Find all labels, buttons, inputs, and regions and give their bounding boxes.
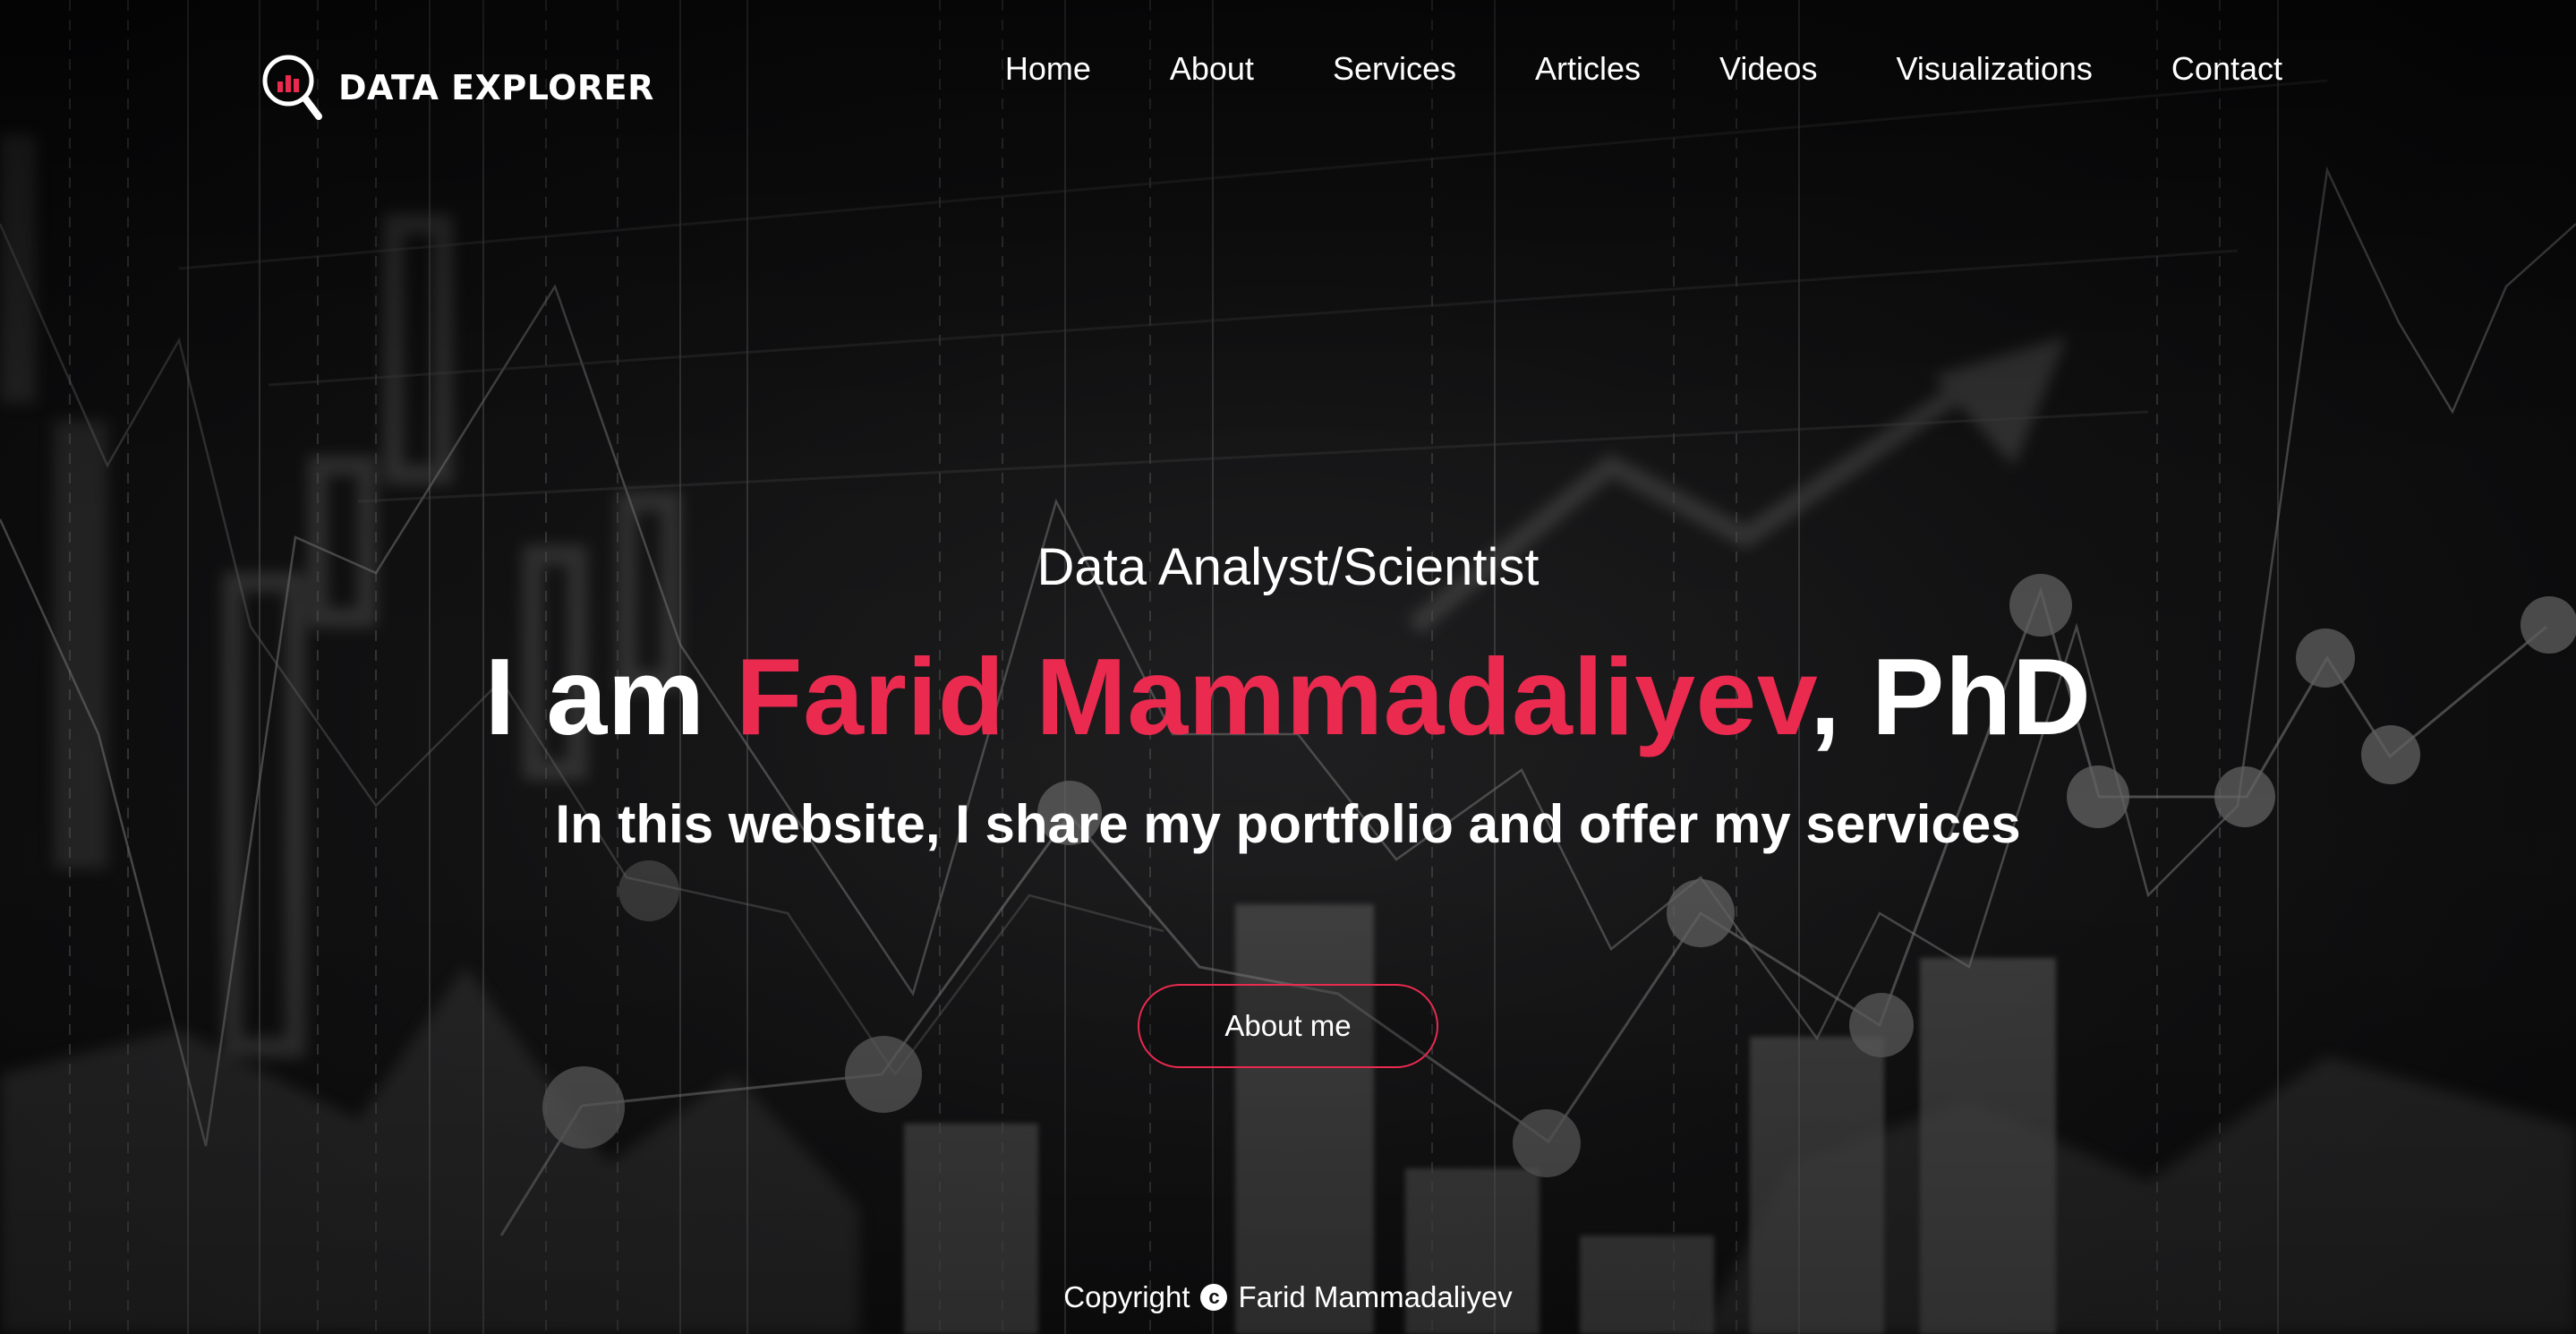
- copyright-owner: Farid Mammadaliyev: [1238, 1280, 1513, 1313]
- site-logo[interactable]: DATA EXPLORER: [260, 52, 654, 124]
- copyright-label: Copyright: [1063, 1280, 1190, 1313]
- nav-item-home[interactable]: Home: [1005, 50, 1091, 88]
- about-me-button[interactable]: About me: [1138, 984, 1438, 1068]
- magnifier-bar-chart-icon: [262, 55, 322, 120]
- hero-title-name: Farid Mammadaliyev: [736, 636, 1811, 757]
- hero-title-prefix: I am: [484, 636, 737, 757]
- nav-item-contact[interactable]: Contact: [2171, 50, 2282, 88]
- hero-title-suffix: , PhD: [1810, 636, 2092, 757]
- hero-description: In this website, I share my portfolio an…: [555, 794, 2021, 854]
- cta-container: About me: [0, 984, 2576, 1068]
- site-header: DATA EXPLORER Home About Services Articl…: [0, 0, 2576, 152]
- nav-item-videos[interactable]: Videos: [1719, 50, 1817, 88]
- hero-subtitle: Data Analyst/Scientist: [1036, 538, 1540, 596]
- main-nav: Home About Services Articles Videos Visu…: [1005, 50, 2282, 88]
- copyright-icon: c: [1200, 1284, 1228, 1311]
- hero-title: I am Farid Mammadaliyev, PhD: [0, 634, 2576, 759]
- nav-item-visualizations[interactable]: Visualizations: [1896, 50, 2092, 88]
- site-footer: Copyright c Farid Mammadaliyev: [0, 1280, 2576, 1314]
- logo-text: DATA EXPLORER: [338, 68, 654, 107]
- nav-item-about[interactable]: About: [1170, 50, 1254, 88]
- nav-item-articles[interactable]: Articles: [1535, 50, 1641, 88]
- page: DATA EXPLORER Home About Services Articl…: [0, 0, 2576, 1334]
- nav-item-services[interactable]: Services: [1333, 50, 1456, 88]
